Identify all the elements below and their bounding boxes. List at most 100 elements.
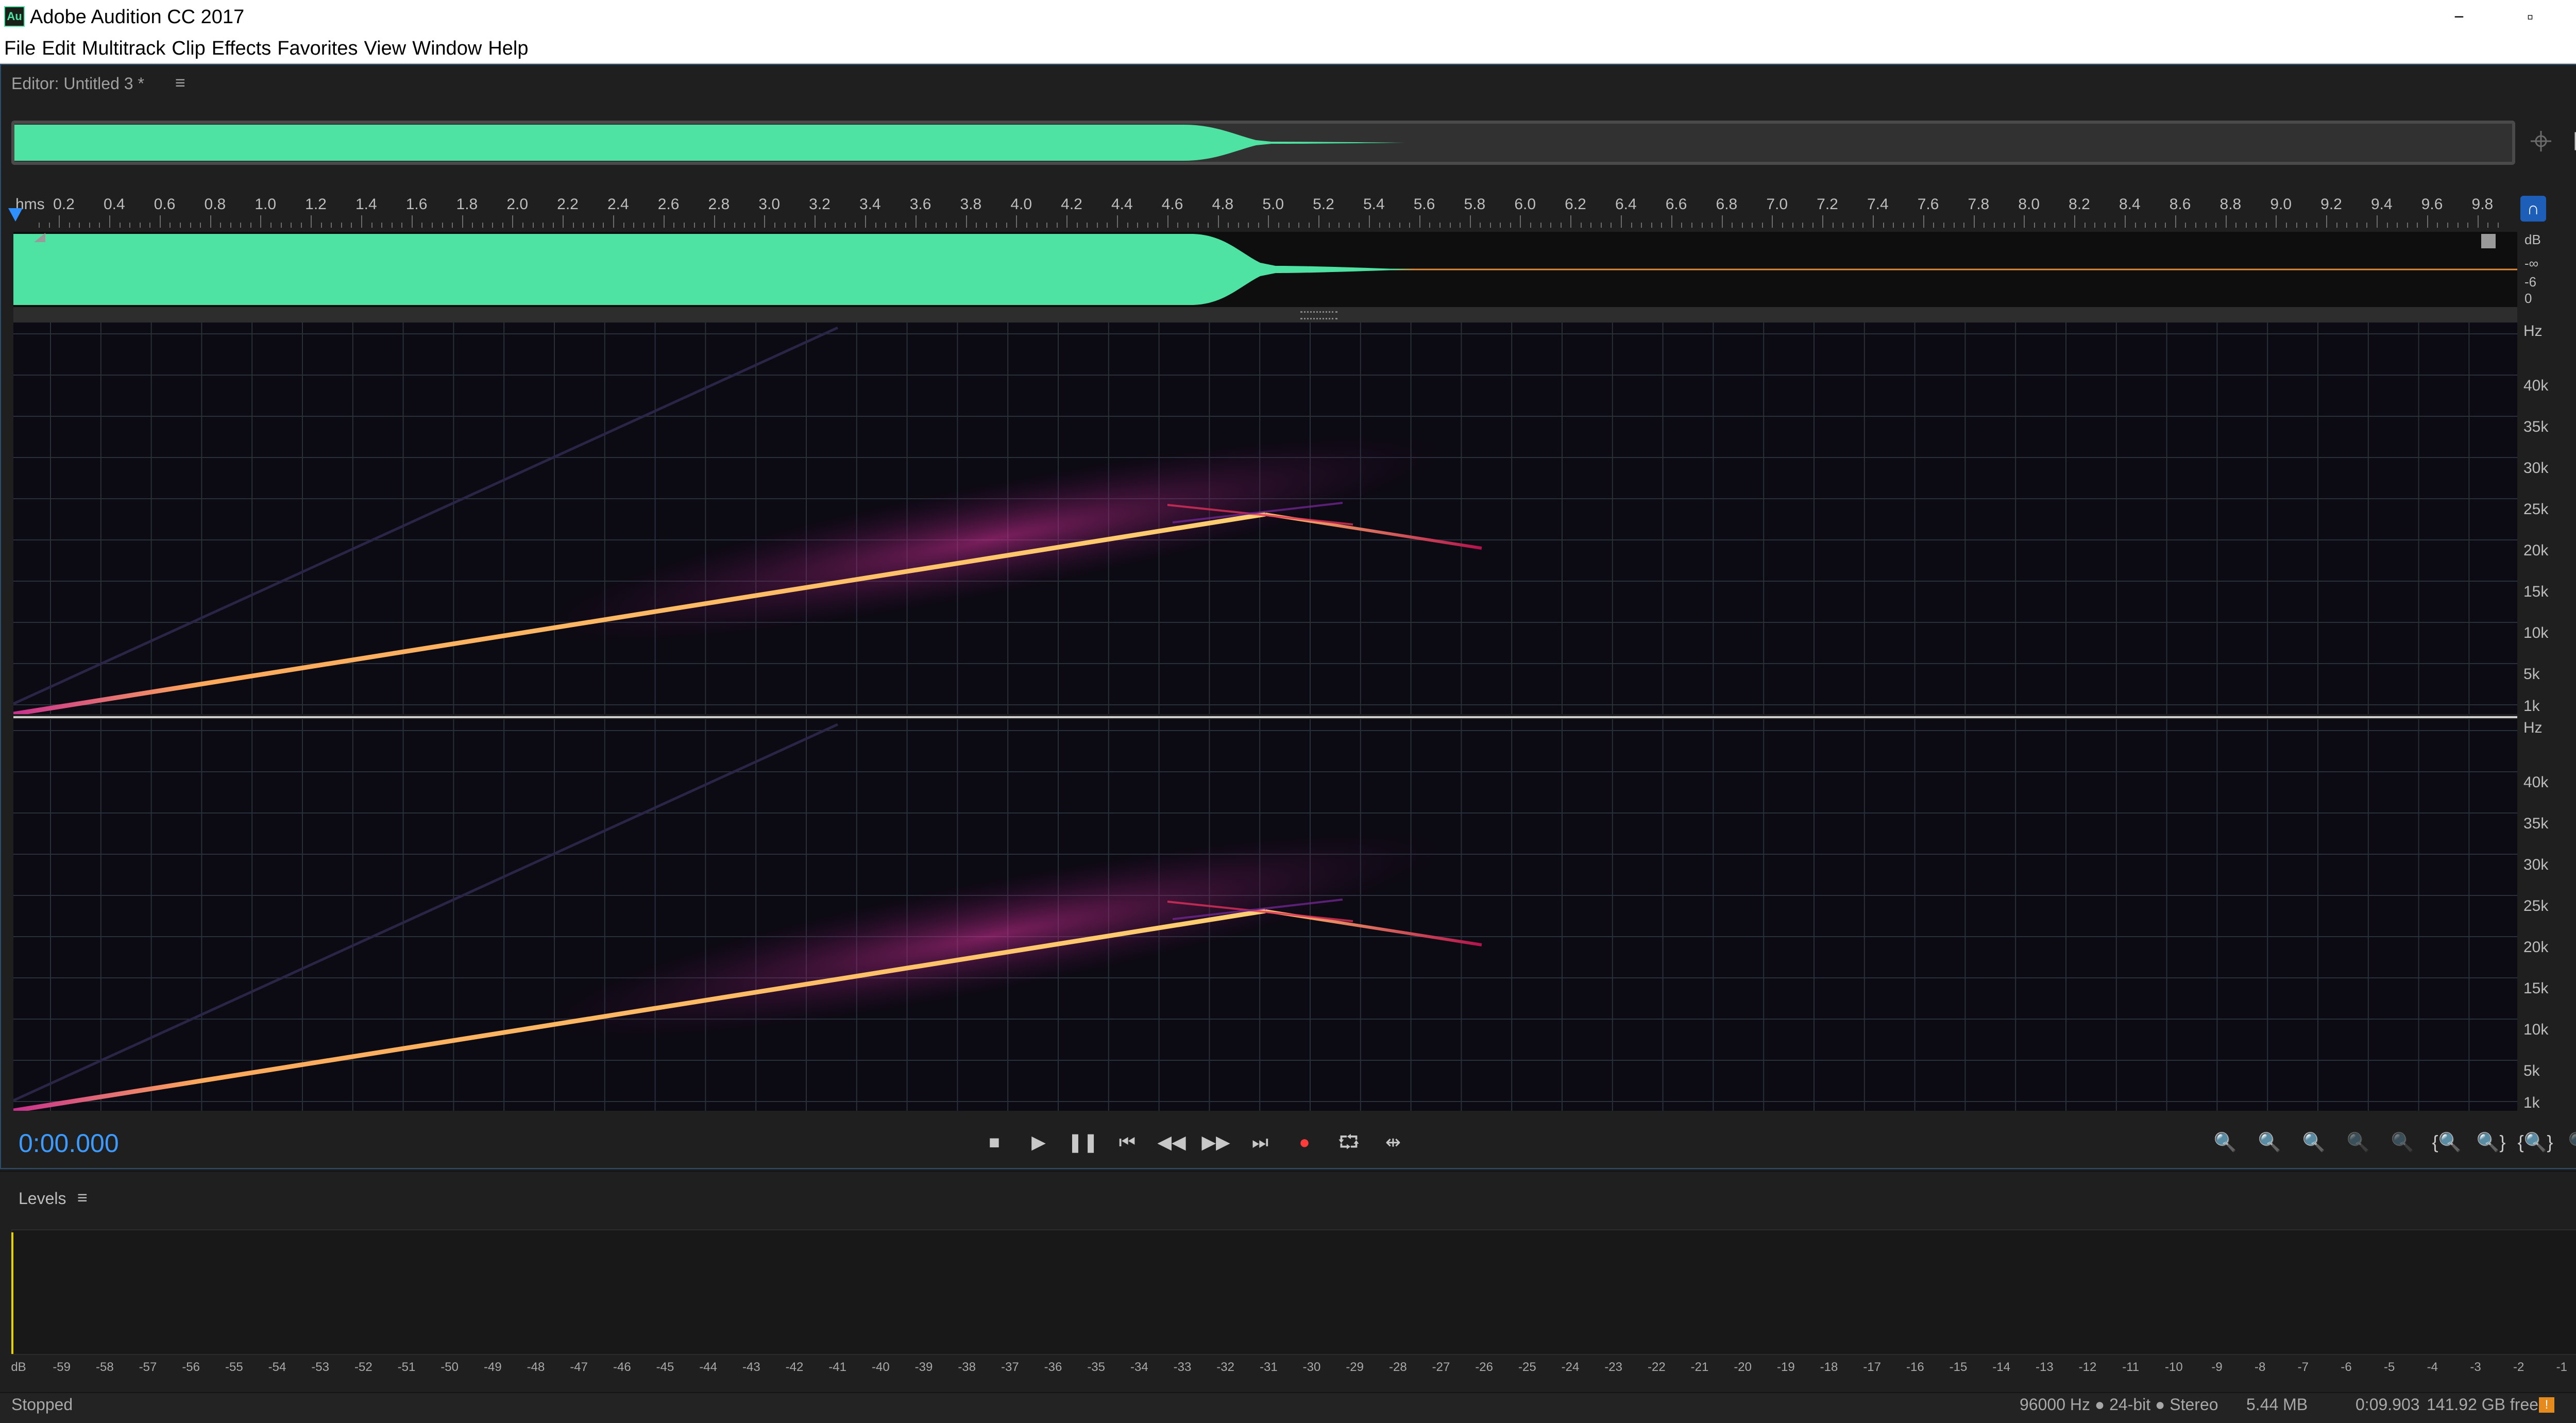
zoom-selection-button[interactable]: {🔍} [2517,1129,2553,1155]
close-button[interactable]: ✕ [2568,0,2576,34]
meter-scale-label: -53 [311,1360,329,1374]
ruler-tick-label: 6.0 [1514,196,1536,213]
ruler-tick [633,223,635,228]
playhead-marker[interactable] [8,208,23,222]
zoom-in-amplitude-button[interactable]: 🔍 [2207,1129,2243,1155]
zoom-out-point-button[interactable]: 🔍} [2473,1129,2509,1155]
ruler-tick [1298,223,1300,228]
meter-scale-label: -34 [1130,1360,1148,1374]
stop-button[interactable]: ■ [978,1129,1011,1155]
ruler-tick [835,223,836,228]
hz-label: 40k [2523,774,2549,791]
ruler-tick [986,223,987,228]
divider-handle[interactable] [1300,311,1337,319]
play-button[interactable]: ▶ [1022,1129,1055,1155]
ruler-tick [442,223,443,228]
ruler-tick [945,223,947,228]
meter-scale-label: -16 [1906,1360,1924,1374]
ruler-tick [381,223,383,228]
editor-tab[interactable]: Editor: Untitled 3 * [11,72,144,95]
menu-effects[interactable]: Effects [209,34,274,63]
ruler-tick [2064,223,2065,228]
ruler-tick [1903,223,1904,228]
move-to-next-button[interactable]: ⏭ [1244,1129,1277,1155]
ruler-tick [2195,223,2196,228]
meter-scale-label: -56 [182,1360,200,1374]
menu-view[interactable]: View [361,34,410,63]
ruler-tick [260,215,262,228]
ruler-tick [1409,223,1411,228]
meter-scale-label: -28 [1388,1360,1407,1374]
meter-scale-label: -59 [53,1360,71,1374]
menu-clip[interactable]: Clip [168,34,208,63]
ruler-tick [2265,223,2267,228]
restore-button[interactable]: ▫ [2497,0,2564,34]
view-divider[interactable] [13,307,2517,323]
menu-edit[interactable]: Edit [39,34,78,63]
ruler-tick [1147,223,1148,228]
spectral-display-right[interactable] [13,719,2517,1111]
ruler-tick-label: 0.2 [53,196,75,213]
menu-window[interactable]: Window [409,34,485,63]
waveform-display[interactable] [13,232,2517,307]
minimize-button[interactable]: − [2426,0,2493,34]
ruler-tick [2296,223,2297,228]
ruler-tick [2225,215,2227,228]
zoom-to-fit-button[interactable]: 🔍 [2562,1129,2576,1155]
ruler-tick [1681,223,1683,228]
menu-multitrack[interactable]: Multitrack [79,34,169,63]
layout-icon[interactable] [2574,131,2576,151]
ruler-tick [2125,215,2126,228]
zoom-in-point-button[interactable]: {🔍 [2429,1129,2465,1155]
ruler-tick [89,223,90,228]
snap-icon[interactable]: ∩ [2520,196,2546,222]
ruler-tick-label: 4.4 [1111,196,1133,213]
ruler-tick-label: 7.4 [1867,196,1889,213]
warning-icon[interactable]: ! [2539,1397,2554,1413]
ruler-tick-label: 2.8 [708,196,730,213]
zoom-out-time-button[interactable]: 🔍 [2340,1129,2376,1155]
time-ruler[interactable]: 0.2 0.4 0.6 0.8 1.0 1.2 1.4 1.6 1.8 2.0 2.2 2.4 2.6 2… [13,194,2517,228]
ruler-tick-label: 6.6 [1665,196,1687,213]
ruler-tick [1278,223,1279,228]
zoom-in-time-button[interactable]: 🔍 [2296,1129,2332,1155]
menu-file[interactable]: File [1,34,39,63]
ruler-tick [1530,223,1531,228]
ruler-tick [149,223,151,228]
ruler-tick-label: 5.6 [1413,196,1435,213]
ruler-tick [1711,223,1713,228]
ruler-tick [129,223,131,228]
ruler-tick-label: 7.2 [1817,196,1838,213]
zoom-out-amplitude-button[interactable]: 🔍 [2251,1129,2287,1155]
meter-scale-label: -52 [354,1360,372,1374]
fast-forward-button[interactable]: ▶▶ [1199,1129,1232,1155]
ruler-tick [1772,215,1773,228]
spectral-display-left[interactable] [13,323,2517,714]
pause-button[interactable]: ❚❚ [1066,1129,1099,1155]
zoom-out-full-button[interactable]: 🔍 [2384,1129,2420,1155]
hz-label: 1k [2523,698,2540,715]
ruler-tick [200,223,201,228]
panel-menu-icon[interactable]: ≡ [175,73,185,93]
move-to-previous-button[interactable]: ⏮ [1111,1129,1144,1155]
db-label: 0 [2524,291,2532,306]
time-display[interactable]: 0:00.000 [19,1128,119,1158]
levels-menu-icon[interactable]: ≡ [77,1188,88,1208]
zoom-navigator-icon[interactable] [2530,130,2552,153]
loop-playback-button[interactable]: ⮔ [1332,1129,1365,1155]
ruler-tick [1197,223,1199,228]
rewind-button[interactable]: ◀◀ [1155,1129,1188,1155]
frequency-axis-right: Hz 40k 35k 30k 25k 20k 15k 10k 5k 1k [2518,719,2576,1111]
ruler-tick [2397,223,2398,228]
meter-scale-label: -13 [2035,1360,2054,1374]
meter-scale-label: -9 [2211,1360,2223,1374]
skip-selection-button[interactable]: ⇹ [1377,1129,1410,1155]
ruler-tick [1600,223,1602,228]
meter-scale-label: -11 [2122,1360,2140,1374]
overview-navigator[interactable] [11,121,2515,165]
levels-title[interactable]: Levels [19,1189,66,1208]
menu-favorites[interactable]: Favorites [274,34,361,63]
menu-help[interactable]: Help [485,34,531,63]
record-button[interactable]: ● [1288,1129,1321,1155]
hz-label: 15k [2523,980,2549,997]
